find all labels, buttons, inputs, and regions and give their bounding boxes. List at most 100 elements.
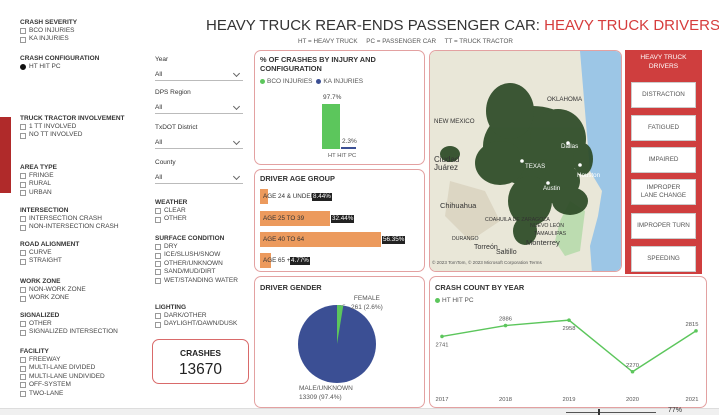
checkbox-fringe[interactable]: FRINGE	[20, 172, 57, 180]
dropdown-value: All	[155, 104, 163, 111]
checkbox-box[interactable]	[155, 269, 161, 276]
checkbox-label: DRY	[164, 243, 178, 250]
checkbox-off-system[interactable]: OFF-SYSTEM	[20, 381, 105, 389]
checkbox-box[interactable]	[155, 277, 161, 284]
radio-dot[interactable]	[20, 64, 26, 71]
checkbox-box[interactable]	[155, 252, 161, 259]
checkbox-box[interactable]	[155, 313, 161, 320]
checkbox-dark[interactable]: DARK/OTHER	[155, 312, 237, 320]
checkbox-box[interactable]	[20, 250, 26, 257]
map-panel[interactable]: OKLAHOMA NEW MEXICO Ciudad Juárez Dallas…	[429, 50, 622, 272]
year-dropdown[interactable]: All	[155, 69, 243, 81]
checkbox-bco-injuries[interactable]: BCO INJURIES	[20, 27, 77, 35]
dps-region-dropdown[interactable]: All	[155, 102, 243, 114]
checkbox-box[interactable]	[20, 132, 26, 139]
checkbox-label: SIGNALIZED INTERSECTION	[29, 328, 118, 336]
checkbox-freeway[interactable]: FREEWAY	[20, 356, 105, 364]
checkbox-dry[interactable]: DRY	[155, 243, 238, 251]
checkbox-daylight[interactable]: DAYLIGHT/DAWN/DUSK	[155, 320, 237, 328]
fatigued-button[interactable]: FATIGUED	[631, 115, 696, 141]
checkbox-box[interactable]	[20, 124, 26, 131]
age-pct-label: 32.44%	[331, 215, 355, 223]
checkbox-box[interactable]	[155, 244, 161, 251]
checkbox-multi-lane-divided[interactable]: MULTI-LANE DIVIDED	[20, 364, 105, 372]
checkbox-clear[interactable]: CLEAR	[155, 207, 187, 215]
chevron-down-icon[interactable]	[232, 172, 241, 180]
checkbox-box[interactable]	[155, 216, 161, 223]
checkbox-non-intersection[interactable]: NON-INTERSECTION CRASH	[20, 223, 119, 231]
checkbox-wet[interactable]: WET/STANDING WATER	[155, 277, 238, 285]
checkbox-label: OFF-SYSTEM	[29, 381, 71, 389]
female-label: FEMALE 261 (2.6%)	[351, 295, 383, 312]
data-point	[503, 323, 508, 328]
checkbox-label: MULTI-LANE DIVIDED	[29, 364, 96, 372]
impaired-button[interactable]: IMPAIRED	[631, 147, 696, 173]
checkbox-label: NO TT INVOLVED	[29, 131, 83, 139]
checkbox-sand[interactable]: SAND/MUD/DIRT	[155, 268, 238, 276]
checkbox-other[interactable]: OTHER	[20, 320, 118, 328]
checkbox-intersection-crash[interactable]: INTERSECTION CRASH	[20, 215, 119, 223]
filter-area-type: AREA TYPE FRINGE RURAL URBAN	[20, 163, 57, 197]
checkbox-signalized-intersection[interactable]: SIGNALIZED INTERSECTION	[20, 328, 118, 336]
checkbox-box[interactable]	[20, 365, 26, 372]
checkbox-box[interactable]	[20, 173, 26, 180]
checkbox-box[interactable]	[20, 224, 26, 231]
checkbox-box[interactable]	[155, 208, 161, 215]
checkbox-box[interactable]	[155, 321, 161, 328]
chevron-down-icon[interactable]	[232, 69, 241, 77]
x-tick-label: 2020	[626, 397, 639, 403]
checkbox-weather-other[interactable]: OTHER	[155, 215, 187, 223]
filter-heading: ROAD ALIGNMENT	[20, 241, 80, 248]
radio-label: HT HIT PC	[29, 63, 61, 70]
checkbox-other-unknown[interactable]: OTHER/UNKNOWN	[155, 260, 238, 268]
county-dropdown[interactable]: All	[155, 172, 243, 184]
chevron-down-icon[interactable]	[232, 137, 241, 145]
checkbox-box[interactable]	[20, 287, 26, 294]
age-pct-label: 56.35%	[382, 236, 406, 244]
filter-heading: SURFACE CONDITION	[155, 235, 225, 242]
checkbox-urban[interactable]: URBAN	[20, 189, 57, 197]
map-label: OKLAHOMA	[547, 96, 583, 103]
checkbox-box[interactable]	[20, 357, 26, 364]
checkbox-curve[interactable]: CURVE	[20, 249, 79, 257]
checkbox-straight[interactable]: STRAIGHT	[20, 257, 79, 265]
map-label: Monterrey	[526, 238, 560, 247]
checkbox-ka-injuries[interactable]: KA INJURIES	[20, 35, 77, 43]
checkbox-work-zone[interactable]: WORK ZONE	[20, 294, 86, 302]
checkbox-box[interactable]	[20, 190, 26, 197]
checkbox-box[interactable]	[20, 216, 26, 223]
improper-turn-button[interactable]: IMPROPER TURN	[631, 213, 696, 239]
txdot-district-dropdown[interactable]: All	[155, 137, 243, 149]
zoom-slider-thumb[interactable]	[598, 409, 600, 415]
checkbox-box[interactable]	[20, 374, 26, 381]
checkbox-box[interactable]	[20, 295, 26, 302]
checkbox-box[interactable]	[20, 258, 26, 265]
chevron-down-icon[interactable]	[232, 102, 241, 110]
data-point	[630, 369, 635, 374]
checkbox-rural[interactable]: RURAL	[20, 180, 57, 188]
checkbox-no-tt[interactable]: NO TT INVOLVED	[20, 131, 124, 139]
checkbox-box[interactable]	[20, 36, 26, 43]
zoom-slider[interactable]	[566, 412, 656, 413]
checkbox-non-work-zone[interactable]: NON-WORK ZONE	[20, 286, 86, 294]
checkbox-box[interactable]	[20, 181, 26, 188]
checkbox-multi-lane-undivided[interactable]: MULTI-LANE UNDIVIDED	[20, 373, 105, 381]
checkbox-box[interactable]	[20, 390, 26, 397]
map-label: NEW MEXICO	[434, 118, 475, 125]
checkbox-label: DARK/OTHER	[164, 312, 207, 319]
checkbox-1-tt[interactable]: 1 TT INVOLVED	[20, 123, 124, 131]
checkbox-two-lane[interactable]: TWO-LANE	[20, 390, 105, 398]
checkbox-box[interactable]	[155, 261, 161, 268]
checkbox-box[interactable]	[20, 329, 26, 336]
map-label: Dallas	[561, 143, 579, 150]
checkbox-label: RURAL	[29, 180, 52, 188]
checkbox-box[interactable]	[20, 382, 26, 389]
checkbox-box[interactable]	[20, 28, 26, 35]
checkbox-ice[interactable]: ICE/SLUSH/SNOW	[155, 251, 238, 259]
speeding-button[interactable]: SPEEDING	[631, 246, 696, 272]
checkbox-box[interactable]	[20, 321, 26, 328]
radio-ht-hit-pc[interactable]: HT HIT PC	[20, 63, 99, 71]
improper-lane-change-button[interactable]: IMPROPER LANE CHANGE	[631, 179, 696, 205]
filter-truck-tractor: TRUCK TRACTOR INVOLVEMENT 1 TT INVOLVED …	[20, 114, 124, 140]
distraction-button[interactable]: DISTRACTION	[631, 82, 696, 108]
